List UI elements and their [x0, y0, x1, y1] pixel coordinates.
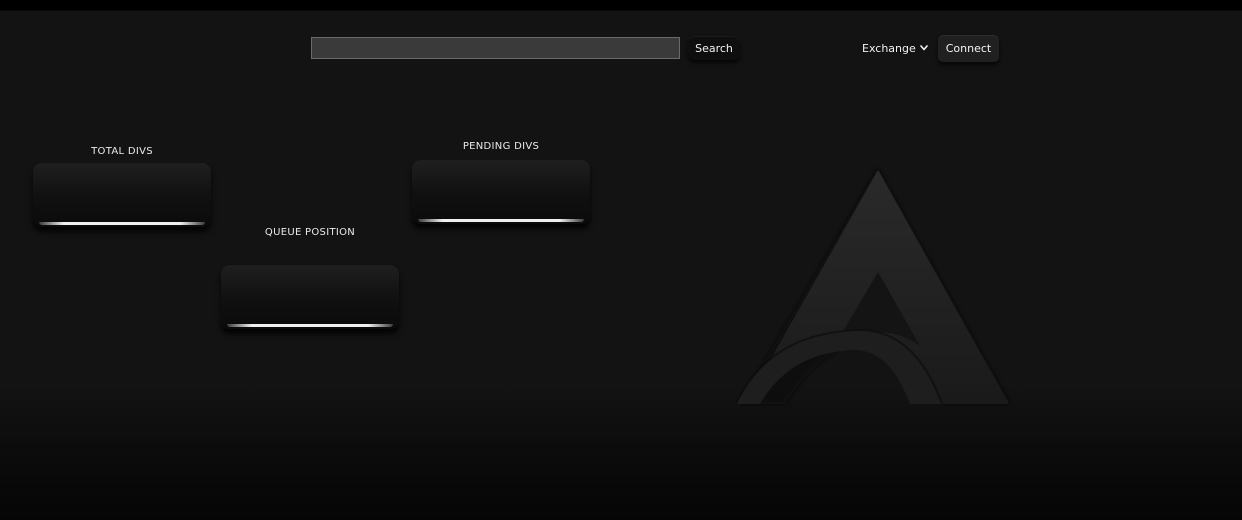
total-divs-label: TOTAL DIVS [91, 146, 153, 157]
chevron-down-icon [919, 45, 928, 51]
brand-logo-icon [730, 160, 1020, 410]
pending-divs-card [412, 160, 590, 224]
page: Search Exchange Connect TOTAL DIVS PENDI… [0, 0, 1242, 520]
exchange-menu[interactable]: Exchange [862, 40, 928, 56]
connect-button[interactable]: Connect [938, 35, 999, 62]
queue-position-card [221, 265, 399, 329]
search-input[interactable] [311, 37, 680, 59]
search-button[interactable]: Search [688, 36, 740, 60]
exchange-menu-label: Exchange [862, 41, 916, 55]
queue-position-label: QUEUE POSITION [264, 227, 356, 238]
total-divs-card [33, 163, 211, 227]
pending-divs-label: PENDING DIVS [462, 141, 540, 152]
